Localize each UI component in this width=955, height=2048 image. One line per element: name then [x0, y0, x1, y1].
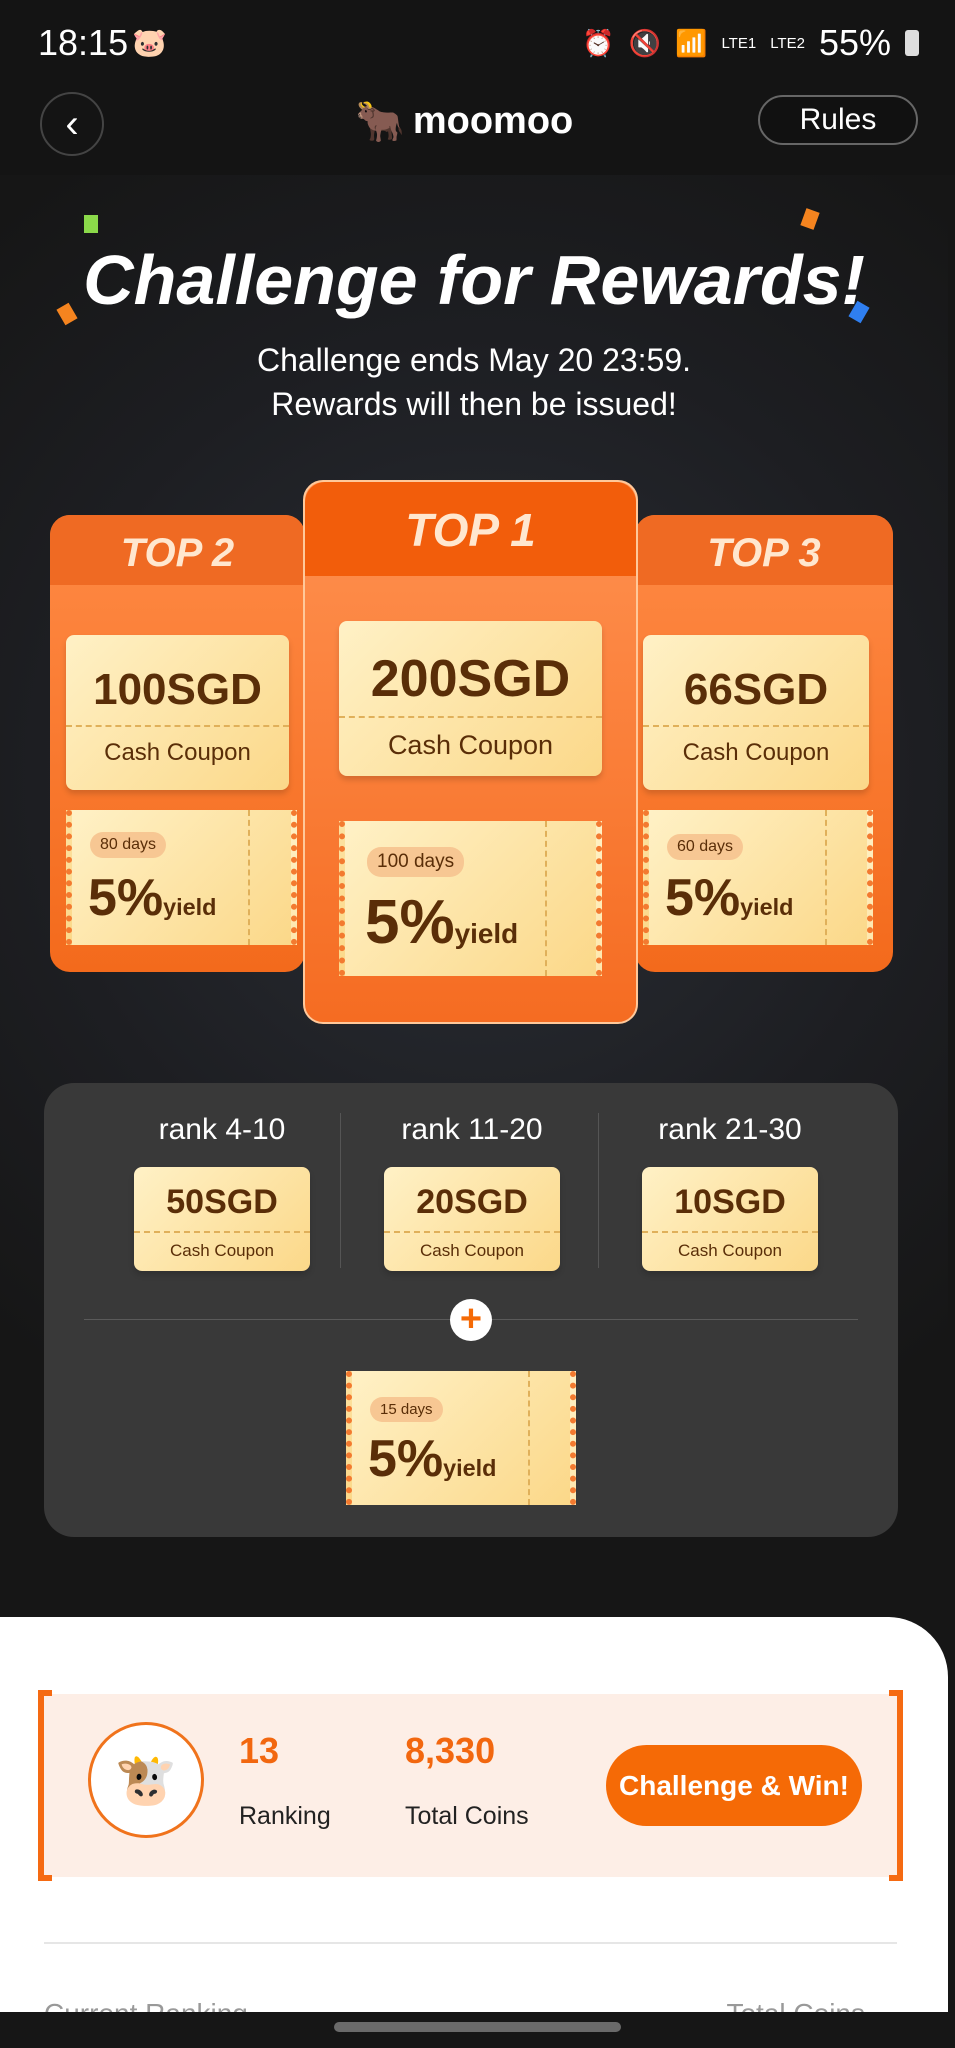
coupon-label: Cash Coupon [134, 1231, 310, 1261]
page-title: Challenge for Rewards! [83, 241, 865, 319]
avatar[interactable]: 🐮 [88, 1722, 204, 1838]
yield-pct: 5% [365, 888, 455, 957]
battery-level: 55% [818, 22, 891, 63]
brand-name: moomoo [412, 100, 574, 142]
cash-coupon: 100SGD Cash Coupon [66, 635, 289, 790]
yield-days: 15 days [370, 1397, 443, 1422]
home-handle[interactable] [334, 2022, 621, 2032]
coupon-amount: 20SGD [416, 1183, 528, 1221]
podium-top3: TOP 3 66SGD Cash Coupon 60 days 5%yield [635, 515, 893, 972]
cash-coupon: 50SGD Cash Coupon [134, 1167, 310, 1271]
coupon-amount: 50SGD [166, 1183, 278, 1221]
coupon-label: Cash Coupon [642, 1231, 818, 1261]
moomoo-logo: 🐂 moomoo [355, 100, 574, 144]
yield-rate: 5%yield [665, 868, 793, 928]
coupon-label: Cash Coupon [66, 725, 289, 767]
ranking-value: 13 [239, 1730, 280, 1771]
coupon-amount: 100SGD [93, 665, 262, 714]
plus-icon: + [450, 1299, 492, 1341]
challenge-win-button[interactable]: Challenge & Win! [606, 1745, 862, 1826]
yield-coupon: 15 days 5%yield [346, 1371, 576, 1505]
coupon-amount: 10SGD [674, 1183, 786, 1221]
issue-note: Rewards will then be issued! [271, 386, 677, 422]
yield-word: yield [454, 918, 519, 949]
ranking-label: Ranking [239, 1802, 331, 1830]
cash-coupon: 10SGD Cash Coupon [642, 1167, 818, 1271]
alarm-icon: ⏰ [582, 27, 615, 58]
yield-days: 60 days [667, 834, 744, 860]
volte1-signal-icon: LTE1 [721, 34, 757, 52]
rank-label: rank 4-10 [158, 1113, 286, 1146]
yield-days: 80 days [90, 832, 167, 858]
cash-coupon: 66SGD Cash Coupon [643, 635, 869, 790]
yield-coupon: 60 days 5%yield [643, 810, 873, 945]
yield-rate: 5%yield [368, 1429, 496, 1489]
yield-pct: 5% [368, 1430, 444, 1488]
rank-label: rank 11-20 [401, 1113, 543, 1146]
chevron-left-icon: ‹ [65, 101, 79, 146]
cash-coupon: 200SGD Cash Coupon [339, 621, 602, 776]
yield-pct: 5% [665, 869, 741, 927]
coupon-amount: 66SGD [683, 665, 829, 714]
coins-label: Total Coins [405, 1802, 529, 1830]
coins-value: 8,330 [405, 1730, 496, 1771]
yield-days: 100 days [367, 847, 465, 877]
coupon-label: Cash Coupon [643, 725, 869, 767]
rank-tier: rank 21-30 10SGD Cash Coupon [595, 1113, 865, 1271]
coupon-label: Cash Coupon [384, 1231, 560, 1261]
rules-button[interactable]: Rules [758, 95, 918, 145]
back-button[interactable]: ‹ [40, 92, 104, 156]
podium-top2: TOP 2 100SGD Cash Coupon 80 days 5%yield [50, 515, 305, 972]
podium-label: TOP 2 [50, 515, 305, 585]
podium-label: TOP 3 [635, 515, 893, 585]
volte2-signal-icon: LTE2 [770, 34, 805, 52]
coupon-label: Cash Coupon [339, 716, 602, 761]
confetti [84, 215, 98, 233]
rank-rewards-panel: rank 4-10 50SGD Cash Coupon rank 11-20 20… [44, 1083, 898, 1537]
status-bar: 18:15 🐷 ⏰ 🔇 📶 LTE1 LTE2 55% [0, 0, 955, 85]
rank-label: rank 21-30 [658, 1113, 802, 1146]
yield-rate: 5%yield [88, 868, 216, 928]
podium-label: TOP 1 [305, 482, 636, 576]
battery-icon [905, 30, 919, 56]
divider [44, 1942, 897, 1944]
mute-icon: 🔇 [628, 27, 662, 58]
challenge-subtitle: Challenge ends May 20 23:59. Rewards will… [0, 338, 948, 426]
wifi-icon: 📶 [675, 27, 708, 58]
podium-top1: TOP 1 200SGD Cash Coupon 100 days 5%yiel… [303, 480, 638, 1024]
yield-coupon: 80 days 5%yield [66, 810, 297, 945]
yield-coupon: 100 days 5%yield [339, 821, 602, 976]
bracket-left [38, 1690, 52, 1881]
end-date: Challenge ends May 20 23:59. [256, 342, 692, 378]
system-nav-bar [0, 2012, 955, 2048]
bracket-right [889, 1690, 903, 1881]
yield-rate: 5%yield [365, 887, 518, 958]
cash-coupon: 20SGD Cash Coupon [384, 1167, 560, 1271]
piggy-bank-icon: 🐷 [132, 27, 167, 58]
yield-word: yield [443, 1455, 497, 1481]
yield-word: yield [163, 894, 217, 920]
yield-word: yield [740, 894, 794, 920]
coupon-amount: 200SGD [370, 650, 571, 708]
rank-tier: rank 4-10 50SGD Cash Coupon [87, 1113, 357, 1271]
clock: 18:15 [38, 22, 129, 63]
rank-tier: rank 11-20 20SGD Cash Coupon [337, 1113, 607, 1271]
yield-pct: 5% [88, 869, 164, 927]
